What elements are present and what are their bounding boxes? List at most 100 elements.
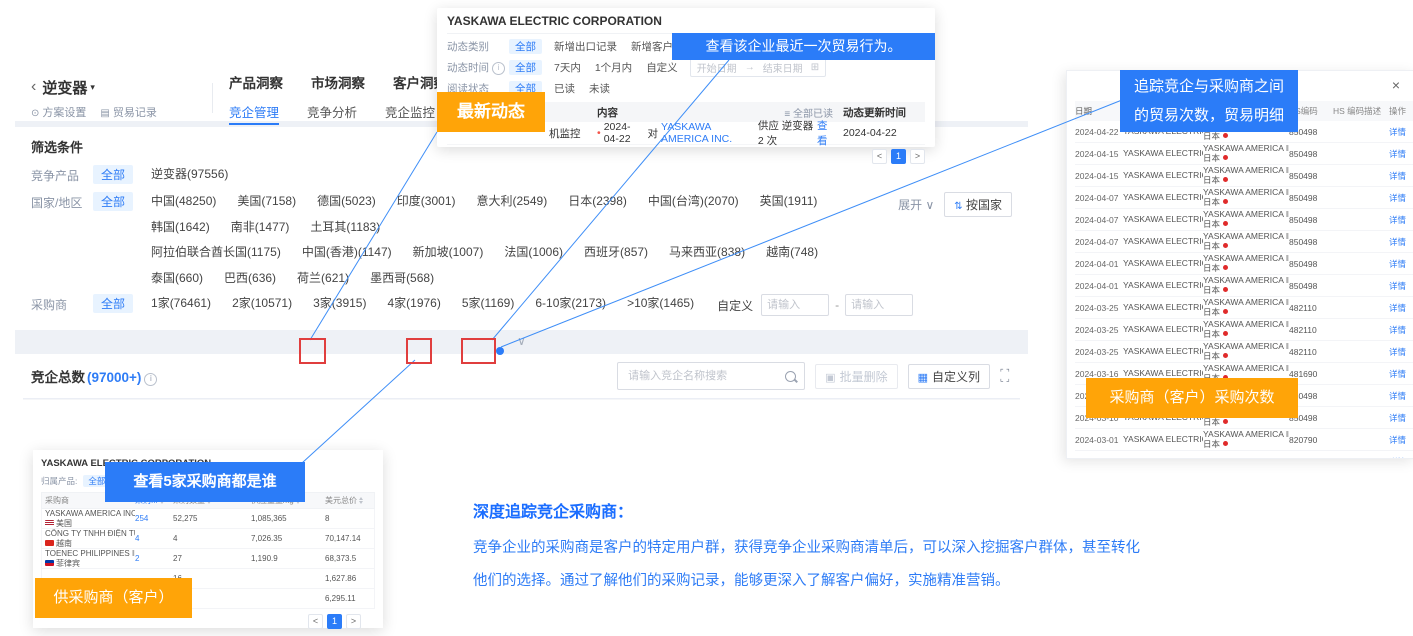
filter-option-country[interactable]: 日本(2398) (568, 192, 627, 209)
filter-option-country[interactable]: 法国(1006) (504, 243, 563, 260)
filter-option-buyer[interactable]: 3家(3915) (313, 294, 366, 311)
detail-link[interactable]: 详情 (1389, 258, 1413, 270)
sort-icon[interactable] (359, 497, 363, 504)
custom-columns-button[interactable]: ▦自定义列 (908, 364, 990, 389)
column-header[interactable]: 竞企名称 (63, 399, 193, 401)
fullscreen-icon[interactable]: ⌜⌝⌞⌟ (1000, 370, 1012, 382)
filter-option[interactable]: 逆变器(97556) (151, 165, 228, 182)
search-input[interactable] (626, 369, 785, 383)
filter-option-country[interactable]: 西班牙(857) (584, 243, 648, 260)
popup-pager-next-button[interactable]: > (910, 149, 925, 164)
filter-option-country[interactable]: 印度(3001) (397, 192, 456, 209)
purchase-times-cell[interactable]: 2 (135, 554, 173, 563)
tab-产品洞察[interactable]: 产品洞察 (229, 75, 283, 97)
filter-option-buyer[interactable]: 6-10家(2173) (535, 294, 606, 311)
detail-link[interactable]: 详情 (1389, 126, 1413, 138)
back-icon[interactable]: ‹ (31, 78, 36, 96)
filter-option-country[interactable]: 中国(台湾)(2070) (648, 192, 739, 209)
subtab-竞争分析[interactable]: 竞争分析 (307, 102, 357, 125)
column-header[interactable]: 次数趋势i (517, 399, 587, 401)
detail-link[interactable]: 详情 (1389, 148, 1413, 160)
popup-filter-option[interactable]: 7天内 (554, 60, 581, 75)
popup-all-chip[interactable]: 全部 (509, 60, 542, 75)
detail-link[interactable]: 详情 (1389, 324, 1413, 336)
column-header[interactable]: 供应次数i (461, 399, 517, 401)
filter-all-chip[interactable]: 全部 (93, 165, 133, 184)
subtab-竞企管理[interactable]: 竞企管理 (229, 102, 279, 125)
detail-link[interactable]: 详情 (1389, 412, 1413, 424)
expand-link[interactable]: 展开 ∨ (898, 196, 934, 213)
filter-option-country[interactable]: 阿拉伯联合酋长国(1175) (151, 243, 281, 260)
buyers-pager-next-button[interactable]: > (346, 614, 361, 629)
buyers-pager-page-1[interactable]: 1 (327, 614, 342, 629)
filter-option-country[interactable]: 中国(香港)(1147) (302, 243, 392, 260)
close-icon[interactable]: × (1392, 77, 1400, 93)
tab-市场洞察[interactable]: 市场洞察 (311, 75, 365, 97)
column-header[interactable]: 重量趋势i (783, 399, 871, 401)
filter-option-buyer[interactable]: 2家(10571) (232, 294, 292, 311)
range-min-input[interactable] (761, 294, 829, 316)
filter-option-country[interactable]: 新加坡(1007) (413, 243, 484, 260)
detail-link[interactable]: 详情 (1389, 390, 1413, 402)
filter-option-country[interactable]: 土耳其(1183) (310, 218, 380, 235)
popup-all-chip[interactable]: 全部 (509, 39, 542, 54)
filter-option-buyer[interactable]: 4家(1976) (387, 294, 440, 311)
filter-option-country[interactable]: 韩国(1642) (151, 218, 210, 235)
detail-link[interactable]: 详情 (1389, 434, 1413, 446)
popup-filter-option[interactable]: 1个月内 (595, 60, 632, 75)
filter-option-country[interactable]: 荷兰(621) (297, 269, 349, 286)
filter-option-country[interactable]: 马来西亚(838) (669, 243, 745, 260)
filter-option-country[interactable]: 南非(1477) (231, 218, 290, 235)
view-link[interactable]: 查看 (817, 118, 833, 148)
chevron-down-icon[interactable]: ▾ (90, 82, 95, 93)
company-link[interactable]: YASKAWA AMERICA INC. (661, 121, 755, 145)
filter-option-country[interactable]: 德国(5023) (317, 192, 376, 209)
date-range-input[interactable]: 开始日期→结束日期⊞ (690, 58, 826, 77)
buyers-pager-prev-button[interactable]: < (308, 614, 323, 629)
detail-link[interactable]: 详情 (1389, 368, 1413, 380)
filter-option-country[interactable]: 意大利(2549) (477, 192, 548, 209)
search-icon[interactable] (785, 371, 796, 382)
filter-option-country[interactable]: 中国(48250) (151, 192, 216, 209)
detail-link[interactable]: 详情 (1389, 214, 1413, 226)
header-action-贸易记录[interactable]: ▤贸易记录 (100, 104, 156, 120)
detail-link[interactable]: 详情 (1389, 456, 1413, 460)
popup-filter-option[interactable]: 新增客户 (631, 39, 673, 54)
filter-option-country[interactable]: 巴西(636) (224, 269, 276, 286)
popup-filter-option[interactable]: 自定义 (646, 60, 678, 75)
purchase-times-cell[interactable]: 4 (135, 534, 173, 543)
popup-filter-option[interactable]: 新增出口记录 (554, 39, 617, 54)
column-header[interactable]: 供应数量 (587, 399, 639, 401)
filter-option-buyer[interactable]: 5家(1169) (462, 294, 514, 311)
popup-filter-option[interactable]: 未读 (589, 81, 610, 96)
detail-link[interactable]: 详情 (1389, 170, 1413, 182)
subtab-竞企监控[interactable]: 竞企监控 (385, 102, 435, 125)
range-max-input[interactable] (845, 294, 913, 316)
filter-all-chip[interactable]: 全部 (93, 192, 133, 211)
filter-all-chip[interactable]: 全部 (93, 294, 133, 313)
detail-link[interactable]: 详情 (1389, 236, 1413, 248)
filter-option-country[interactable]: 墨西哥(568) (370, 269, 434, 286)
filter-option-buyer[interactable]: 1家(76461) (151, 294, 211, 311)
batch-delete-button[interactable]: ▣批量删除 (815, 364, 897, 389)
purchase-times-cell[interactable]: 254 (135, 514, 173, 523)
popup-filter-option[interactable]: 已读 (554, 81, 575, 96)
column-header[interactable]: 竞争... (359, 399, 407, 401)
filter-option-buyer[interactable]: >10家(1465) (627, 294, 694, 311)
detail-link[interactable]: 详情 (1389, 280, 1413, 292)
popup-pager-page-1[interactable]: 1 (891, 149, 906, 164)
detail-link[interactable]: 详情 (1389, 346, 1413, 358)
filter-option-country[interactable]: 泰国(660) (151, 269, 203, 286)
column-header[interactable]: 采购商i (407, 399, 461, 401)
detail-link[interactable]: 详情 (1389, 192, 1413, 204)
header-action-方案设置[interactable]: ⊙方案设置 (31, 104, 86, 120)
column-header[interactable]: 美元总价 (871, 399, 941, 401)
filter-option-country[interactable]: 英国(1911) (760, 192, 818, 209)
column-header[interactable]: 数量趋势i (639, 399, 716, 401)
collapse-filters-chevron[interactable]: ∨ (15, 330, 1028, 354)
filter-option-country[interactable]: 美国(7158) (237, 192, 296, 209)
popup-pager-prev-button[interactable]: < (872, 149, 887, 164)
detail-link[interactable]: 详情 (1389, 302, 1413, 314)
filter-option-country[interactable]: 越南(748) (766, 243, 818, 260)
buyers-column-header[interactable]: 美元总价 (325, 495, 375, 506)
